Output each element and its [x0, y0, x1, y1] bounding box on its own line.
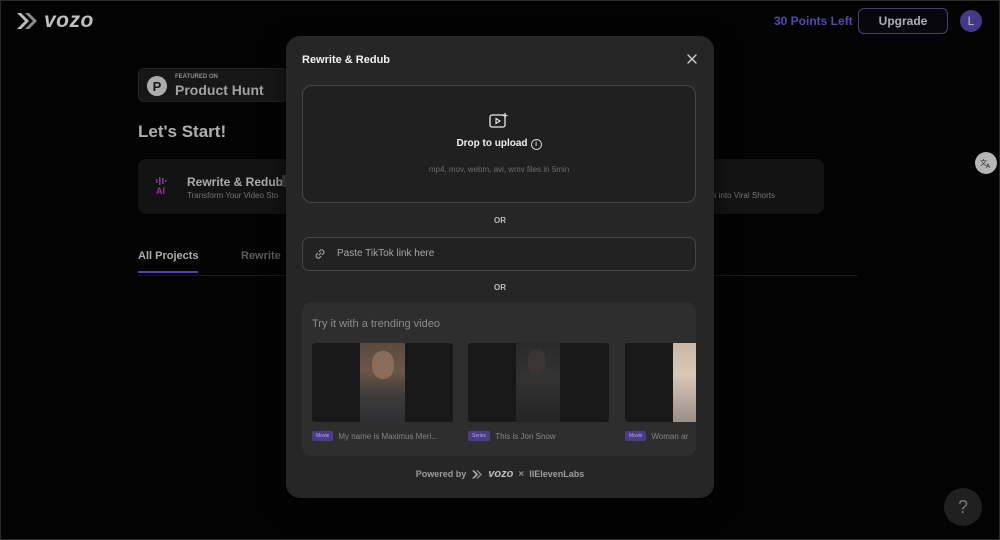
thumbnail-face — [372, 351, 394, 379]
thumbnail-figure — [673, 343, 696, 422]
video-caption: This is Jon Snow — [495, 431, 556, 441]
trending-video-item[interactable]: Movie My name is Maximus Meri... — [312, 343, 453, 441]
video-caption: My name is Maximus Meri... — [338, 431, 438, 441]
trending-video-item[interactable]: Series This is Jon Snow — [468, 343, 609, 441]
video-meta: Series This is Jon Snow — [468, 431, 609, 441]
rewrite-redub-modal: Rewrite & Redub Drop to upload i mp4, mov… — [286, 36, 714, 498]
drop-label-text: Drop to upload — [456, 138, 528, 149]
video-tag: Movie — [625, 431, 647, 441]
info-icon[interactable]: i — [530, 139, 542, 150]
powered-prefix: Powered by — [415, 469, 467, 479]
video-upload-icon — [489, 113, 508, 128]
video-thumbnail — [468, 343, 609, 422]
tiktok-link-placeholder: Paste TikTok link here — [337, 248, 435, 259]
trending-list: Movie My name is Maximus Meri... Series … — [312, 343, 696, 453]
video-meta: Movie My name is Maximus Meri... — [312, 431, 453, 441]
thumbnail-face — [528, 349, 546, 375]
modal-title: Rewrite & Redub — [302, 54, 391, 66]
video-thumbnail — [312, 343, 453, 422]
video-meta: Movie Woman ar — [625, 431, 696, 441]
video-thumbnail — [625, 343, 696, 422]
or-divider: OR — [494, 283, 506, 292]
trending-section: Try it with a trending video Movie My na… — [302, 302, 696, 456]
powered-brand: vozo — [488, 468, 514, 480]
powered-separator: × — [518, 468, 525, 480]
or-divider: OR — [494, 216, 506, 225]
vozo-logo-icon — [472, 470, 483, 478]
video-tag: Movie — [312, 431, 334, 441]
trending-video-item[interactable]: Movie Woman ar — [625, 343, 696, 441]
partner-name: IIElevenLabs — [529, 469, 585, 479]
video-caption: Woman ar — [651, 431, 689, 441]
powered-by: Powered by vozo × IIElevenLabs — [286, 468, 714, 480]
supported-formats: mp4, mov, webm, avi, wmv files in 5min — [428, 165, 570, 174]
drop-label: Drop to upload i — [303, 138, 695, 150]
trending-title: Try it with a trending video — [312, 318, 440, 330]
close-icon[interactable] — [685, 52, 699, 66]
tiktok-link-input[interactable]: Paste TikTok link here — [302, 237, 696, 271]
link-icon — [315, 249, 325, 259]
upload-dropzone[interactable]: Drop to upload i mp4, mov, webm, avi, wmv… — [302, 85, 696, 203]
video-tag: Series — [468, 431, 491, 441]
